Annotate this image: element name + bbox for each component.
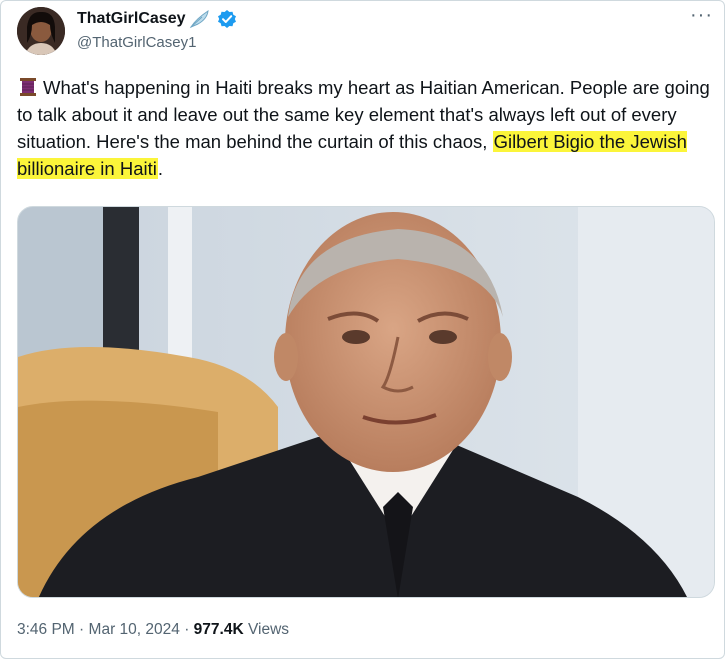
tweet-meta: 3:46 PM · Mar 10, 2024 · 977.4K Views [17,621,289,639]
tweet-time[interactable]: 3:46 PM [17,621,75,638]
meta-separator: · [79,621,85,638]
views-count[interactable]: 977.4K [194,621,244,638]
meta-separator-2: · [184,621,190,638]
tweet-date[interactable]: Mar 10, 2024 [89,621,180,638]
tweet-text-end: . [157,158,163,179]
author-name-row[interactable]: ThatGirlCasey [77,9,237,29]
more-options-button[interactable]: ··· [690,5,713,25]
views-label: Views [247,621,290,638]
verified-badge-icon [217,9,237,29]
feather-icon [188,9,212,29]
display-name[interactable]: ThatGirlCasey [77,10,185,28]
tweet-text: What's happening in Haiti breaks my hear… [17,74,712,182]
thread-spool-icon [17,77,43,97]
tweet-photo[interactable] [17,206,715,598]
avatar[interactable] [17,7,65,55]
author-handle[interactable]: @ThatGirlCasey1 [77,34,196,51]
